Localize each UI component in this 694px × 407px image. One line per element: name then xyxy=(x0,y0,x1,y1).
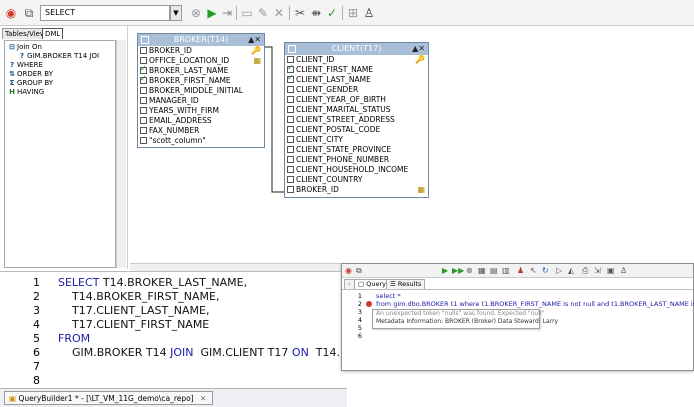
export-icon[interactable]: ⇲ xyxy=(594,265,601,277)
file-tab[interactable]: ▣ QueryBuilder1 * - [\LT_VM_11G_demo\ca_… xyxy=(4,391,214,405)
window-icon[interactable]: ▣ xyxy=(607,265,615,277)
query-window-toolbar: ◉ ⧉ ▶ ▶▶ ⊗ ▦ ▤ ▥ ♟ ↖ ↻ ▷ ◭ ⎙ ⇲ ▣ ♙ xyxy=(342,264,693,278)
code-line: GIM.BROKER T14 JOIN GIM.CLIENT T17 ON T1… xyxy=(58,346,354,360)
sql-keyword: SELECT xyxy=(58,276,100,289)
sql-text: T17.CLIENT_LAST_NAME, xyxy=(58,304,210,317)
status-bar: ▣ QueryBuilder1 * - [\LT_VM_11G_demo\ca_… xyxy=(0,388,347,407)
query-icon: ▢ xyxy=(358,280,365,288)
sql-keyword: JOIN xyxy=(170,346,194,359)
play-icon[interactable]: ▷ xyxy=(556,265,562,277)
line-number: 4 xyxy=(357,316,362,324)
results-icon: ☰ xyxy=(390,280,396,288)
cursor-icon[interactable]: ↖ xyxy=(530,265,537,277)
person-icon[interactable]: ♙ xyxy=(620,265,627,277)
line-number: 5 xyxy=(33,332,40,345)
sql-text: T17.CLIENT_FIRST_NAME xyxy=(58,318,210,331)
line-number: 4 xyxy=(33,318,40,331)
line-number: 3 xyxy=(357,308,362,316)
query-code-line: select * xyxy=(376,292,401,300)
line-number: 7 xyxy=(33,360,40,373)
query-code-line: from gim.dbo.BROKER t1 where t1.BROKER_F… xyxy=(376,300,694,308)
code-line: T14.BROKER_FIRST_NAME, xyxy=(58,290,219,304)
sql-text: GIM.CLIENT T17 xyxy=(193,346,292,359)
sql-text: T14.BROKER_LAST_NAME, xyxy=(99,276,248,289)
close-icon[interactable]: ✕ xyxy=(200,394,206,403)
table-icon[interactable]: ▥ xyxy=(502,265,510,277)
query-window-tabs: ‹ ▢ Query ☰ Results xyxy=(342,279,693,289)
line-number: 3 xyxy=(33,304,40,317)
run-icon[interactable]: ▶ xyxy=(442,265,448,277)
refresh-icon[interactable]: ↻ xyxy=(542,265,549,277)
stop-icon[interactable]: ⊗ xyxy=(466,265,473,277)
filter-icon[interactable]: ◭ xyxy=(568,265,574,277)
line-number: 8 xyxy=(33,374,40,387)
query-window: ◉ ⧉ ▶ ▶▶ ⊗ ▦ ▤ ▥ ♟ ↖ ↻ ▷ ◭ ⎙ ⇲ ▣ ♙ ‹ ▢ Q… xyxy=(341,263,694,371)
print-icon[interactable]: ⎙ xyxy=(582,265,588,277)
line-number: 6 xyxy=(33,346,40,359)
file-tab-label: QueryBuilder1 * - [\LT_VM_11G_demo\ca_re… xyxy=(18,394,194,403)
line-number: 2 xyxy=(357,300,362,308)
error-tooltip: An unexpected token "nulls" was found. E… xyxy=(372,309,559,329)
sql-keyword: FROM xyxy=(58,332,91,345)
code-line: T17.CLIENT_FIRST_NAME xyxy=(58,318,209,332)
query-window-editor[interactable]: 1 select * 2 from gim.dbo.BROKER t1 where t… xyxy=(342,289,694,370)
tab-label: Results xyxy=(397,280,422,288)
step-icon[interactable]: ▶▶ xyxy=(452,265,464,277)
error-marker-icon[interactable] xyxy=(366,301,372,307)
line-number: 5 xyxy=(357,324,362,332)
error-message: An unexpected token "nulls" was found. E… xyxy=(376,310,545,317)
list-icon[interactable]: ▤ xyxy=(490,265,498,277)
sql-editor[interactable]: 1 SELECT T14.BROKER_LAST_NAME, 2 T14.BROKE… xyxy=(0,271,354,388)
tab-label: Query xyxy=(366,280,386,288)
copy-icon[interactable]: ⧉ xyxy=(356,265,362,277)
line-number: 1 xyxy=(33,276,40,289)
canvas-hscrollbar[interactable] xyxy=(130,263,347,271)
line-number: 1 xyxy=(357,292,362,300)
line-number: 6 xyxy=(357,332,362,340)
code-line: FROM xyxy=(58,332,90,346)
sql-keyword: ON xyxy=(291,346,309,359)
logo-icon[interactable]: ◉ xyxy=(345,265,352,277)
grid-icon[interactable]: ▦ xyxy=(478,265,486,277)
tab-query[interactable]: ▢ Query xyxy=(354,279,390,289)
sql-text: GIM.BROKER T14 xyxy=(58,346,171,359)
person-icon[interactable]: ♟ xyxy=(517,265,524,277)
code-line: T17.CLIENT_LAST_NAME, xyxy=(58,304,209,318)
tab-results[interactable]: ☰ Results xyxy=(386,279,426,289)
metadata-info: Metadata Information: BROKER (Broker) Da… xyxy=(376,318,559,325)
code-line: SELECT T14.BROKER_LAST_NAME, xyxy=(58,276,247,290)
sql-text: T14.BROKER_FIRST_NAME, xyxy=(58,290,220,303)
line-number: 2 xyxy=(33,290,40,303)
query-file-icon: ▣ xyxy=(9,394,17,403)
